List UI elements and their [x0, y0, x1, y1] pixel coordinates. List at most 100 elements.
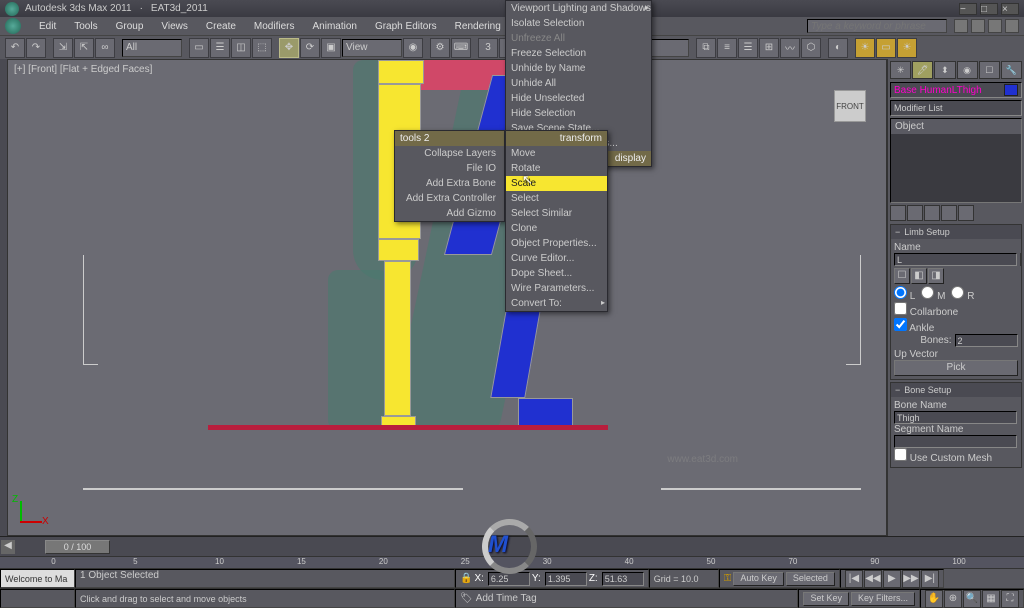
menu-tools[interactable]: Tools	[66, 19, 105, 34]
render-setup-button[interactable]: ☀	[855, 38, 875, 58]
menu-create[interactable]: Create	[198, 19, 244, 34]
icon-btn-3[interactable]: ◨	[928, 268, 944, 284]
select-rect-button[interactable]: ◫	[231, 38, 251, 58]
modifier-stack[interactable]: Object	[890, 118, 1022, 203]
modify-tab[interactable]: 🖊	[912, 61, 933, 79]
qm-file-io[interactable]: File IO	[395, 161, 504, 176]
prev-frame-button[interactable]: ◀	[1, 540, 15, 554]
object-color-swatch[interactable]	[1004, 84, 1018, 96]
create-tab[interactable]: ✳	[890, 61, 911, 79]
qm-collapse-layers[interactable]: Collapse Layers	[395, 146, 504, 161]
menu-views[interactable]: Views	[153, 19, 196, 34]
autokey-button[interactable]: Auto Key	[733, 572, 784, 586]
nav-pan-button[interactable]: ✋	[925, 590, 943, 608]
menu-group[interactable]: Group	[108, 19, 152, 34]
motion-tab[interactable]: ◉	[957, 61, 978, 79]
key-icon[interactable]: ⚿	[724, 573, 732, 584]
play-button[interactable]: ▶	[883, 570, 901, 588]
menu-rendering[interactable]: Rendering	[447, 19, 509, 34]
schematic-button[interactable]: ⬡	[801, 38, 821, 58]
keymode-button[interactable]: ⌨	[451, 38, 471, 58]
radio-l[interactable]: L	[894, 286, 915, 302]
mirror-button[interactable]: ⧉	[696, 38, 716, 58]
link-button[interactable]: ⇲	[53, 38, 73, 58]
close-button[interactable]: ×	[1001, 3, 1019, 15]
limb-setup-header[interactable]: Limb Setup	[891, 225, 1021, 239]
qm-hide-sel[interactable]: Hide Selection	[506, 106, 651, 121]
qm-dope-sheet[interactable]: Dope Sheet...	[506, 266, 607, 281]
utilities-tab[interactable]: 🔧	[1001, 61, 1022, 79]
unique-icon[interactable]	[924, 205, 940, 221]
radio-m[interactable]: M	[921, 286, 945, 302]
show-end-icon[interactable]	[907, 205, 923, 221]
remove-mod-icon[interactable]	[941, 205, 957, 221]
add-time-tag[interactable]: Add Time Tag	[476, 593, 537, 604]
next-key-button[interactable]: ▶▶	[902, 570, 920, 588]
menu-edit[interactable]: Edit	[31, 19, 64, 34]
curve-editor-button[interactable]: 〰	[780, 38, 800, 58]
comm-icon[interactable]	[971, 19, 985, 33]
material-editor-button[interactable]: ◐	[828, 38, 848, 58]
select-name-button[interactable]: ☰	[210, 38, 230, 58]
selection-filter-combo[interactable]: All	[122, 39, 182, 57]
gt-button[interactable]: ⊞	[759, 38, 779, 58]
configure-icon[interactable]	[958, 205, 974, 221]
pivot-button[interactable]: ◉	[403, 38, 423, 58]
qm-curve-editor[interactable]: Curve Editor...	[506, 251, 607, 266]
ankle-check[interactable]: Ankle	[894, 323, 934, 334]
move-button[interactable]: ✥	[279, 38, 299, 58]
qm-isolate[interactable]: Isolate Selection	[506, 16, 651, 31]
custom-mesh-check[interactable]: Use Custom Mesh	[894, 453, 992, 464]
collarbone-check[interactable]: Collarbone	[894, 307, 958, 318]
menu-modifiers[interactable]: Modifiers	[246, 19, 303, 34]
modifier-list-combo[interactable]: Modifier List	[890, 100, 1022, 116]
help-search-input[interactable]	[807, 19, 947, 33]
z-coord-input[interactable]	[602, 572, 644, 586]
nav-arc-button[interactable]: ⊕	[944, 590, 962, 608]
prev-key-button[interactable]: ◀◀	[864, 570, 882, 588]
bone-setup-header[interactable]: Bone Setup	[891, 383, 1021, 397]
undo-button[interactable]: ↶	[5, 38, 25, 58]
icon-btn-2[interactable]: ◧	[911, 268, 927, 284]
rotate-button[interactable]: ⟳	[300, 38, 320, 58]
scale-button[interactable]: ▣	[321, 38, 341, 58]
qm-object-props[interactable]: Object Properties...	[506, 236, 607, 251]
qm-wire-params[interactable]: Wire Parameters...	[506, 281, 607, 296]
select-button[interactable]: ▭	[189, 38, 209, 58]
goto-start-button[interactable]: |◀	[845, 570, 863, 588]
goto-end-button[interactable]: ▶|	[921, 570, 939, 588]
bind-button[interactable]: ∞	[95, 38, 115, 58]
qm-viewport-lighting[interactable]: Viewport Lighting and Shadows	[506, 1, 651, 16]
maximize-button[interactable]: □	[980, 3, 998, 15]
lock-icon[interactable]: 🔒	[460, 573, 472, 584]
pick-button[interactable]: Pick	[894, 360, 1018, 376]
rendered-frame-button[interactable]: ▭	[876, 38, 896, 58]
qm-unhide-all[interactable]: Unhide All	[506, 76, 651, 91]
nav-max-button[interactable]: ⛶	[1001, 590, 1019, 608]
setkey-button[interactable]: Set Key	[803, 592, 849, 606]
maxscript-mini[interactable]: Welcome to Ma	[0, 569, 75, 588]
snap-button[interactable]: 3	[478, 38, 498, 58]
object-name-field[interactable]: Base HumanLThigh	[890, 82, 1022, 98]
qm-unfreeze[interactable]: Unfreeze All	[506, 31, 651, 46]
keyfilters-button[interactable]: Key Filters...	[851, 592, 915, 606]
qm-add-gizmo[interactable]: Add Gizmo	[395, 206, 504, 221]
help-icon[interactable]	[954, 19, 968, 33]
y-coord-input[interactable]	[545, 572, 587, 586]
nav-zoom-button[interactable]: 🔍	[963, 590, 981, 608]
qm-freeze[interactable]: Freeze Selection	[506, 46, 651, 61]
app-menu-icon[interactable]	[5, 18, 21, 34]
layers-button[interactable]: ☰	[738, 38, 758, 58]
qm-convert-to[interactable]: Convert To:	[506, 296, 607, 311]
selected-combo[interactable]: Selected	[786, 572, 835, 586]
menu-grapheditors[interactable]: Graph Editors	[367, 19, 445, 34]
tag-icon[interactable]: 🏷	[460, 593, 473, 604]
qm-select[interactable]: Select	[506, 191, 607, 206]
radio-r[interactable]: R	[951, 286, 974, 302]
align-button[interactable]: ≡	[717, 38, 737, 58]
unlink-button[interactable]: ⇱	[74, 38, 94, 58]
menu-animation[interactable]: Animation	[304, 19, 364, 34]
render-button[interactable]: ☀	[897, 38, 917, 58]
ref-coord-combo[interactable]: View	[342, 39, 402, 57]
bones-count-input[interactable]	[955, 334, 1019, 347]
